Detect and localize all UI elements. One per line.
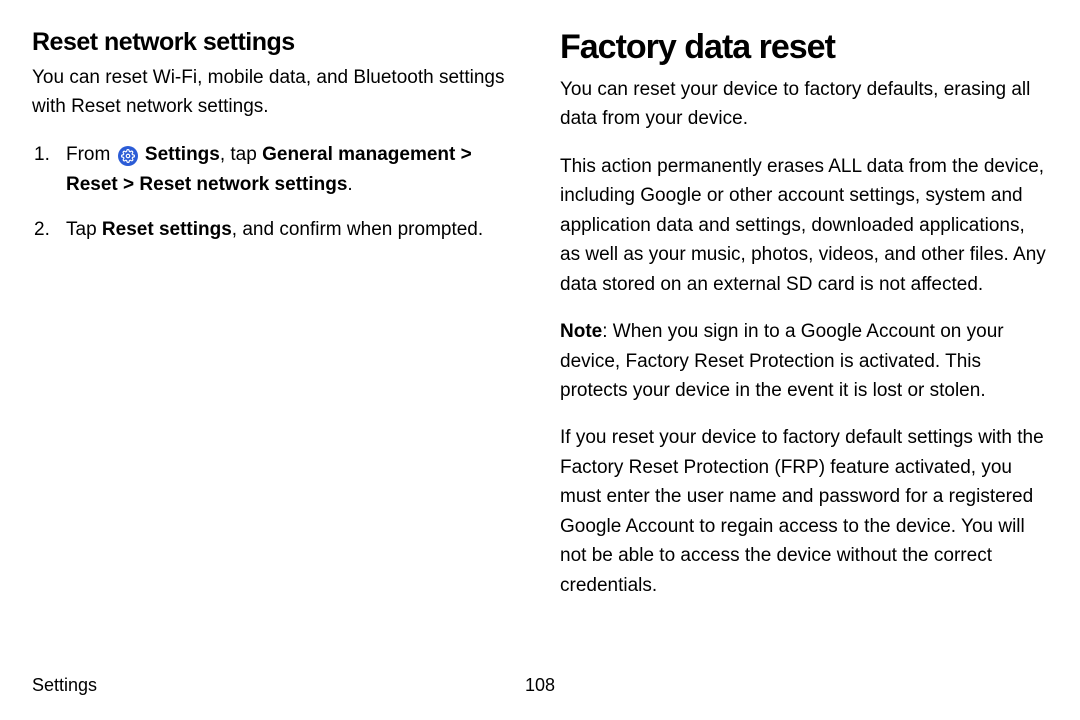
step1-settings-label: Settings [145, 144, 220, 165]
step2-pre: Tap [66, 219, 102, 240]
page-footer: Settings 108 [32, 675, 1048, 696]
step2-reset-settings: Reset settings [102, 219, 232, 240]
reset-network-steps: From Settings, tap General management > … [32, 140, 520, 245]
step1-end: . [347, 174, 352, 195]
factory-reset-p1: You can reset your device to factory def… [560, 75, 1048, 134]
step1-reset-network-settings: Reset network settings [139, 174, 347, 195]
factory-reset-p2: This action permanently erases ALL data … [560, 152, 1048, 299]
step1-gt1: > [455, 144, 471, 165]
step2-post: , and confirm when prompted. [232, 219, 483, 240]
factory-reset-heading: Factory data reset [560, 28, 1048, 67]
step-2: Tap Reset settings, and confirm when pro… [32, 215, 520, 245]
factory-reset-note: Note: When you sign in to a Google Accou… [560, 317, 1048, 405]
note-body: : When you sign in to a Google Account o… [560, 321, 1004, 401]
reset-network-intro: You can reset Wi-Fi, mobile data, and Bl… [32, 63, 520, 122]
step1-text-pre: From [66, 144, 116, 165]
right-column: Factory data reset You can reset your de… [560, 28, 1048, 618]
factory-reset-p4: If you reset your device to factory defa… [560, 423, 1048, 600]
footer-section: Settings [32, 675, 97, 696]
note-label: Note [560, 321, 602, 342]
step-1: From Settings, tap General management > … [32, 140, 520, 201]
settings-icon [118, 146, 138, 166]
left-column: Reset network settings You can reset Wi-… [32, 28, 520, 618]
step1-mid: , tap [220, 144, 262, 165]
step1-gt2: > [118, 174, 140, 195]
reset-network-heading: Reset network settings [32, 28, 520, 57]
step1-general-management: General management [262, 144, 455, 165]
step1-reset: Reset [66, 174, 118, 195]
footer-page-number: 108 [525, 675, 555, 696]
